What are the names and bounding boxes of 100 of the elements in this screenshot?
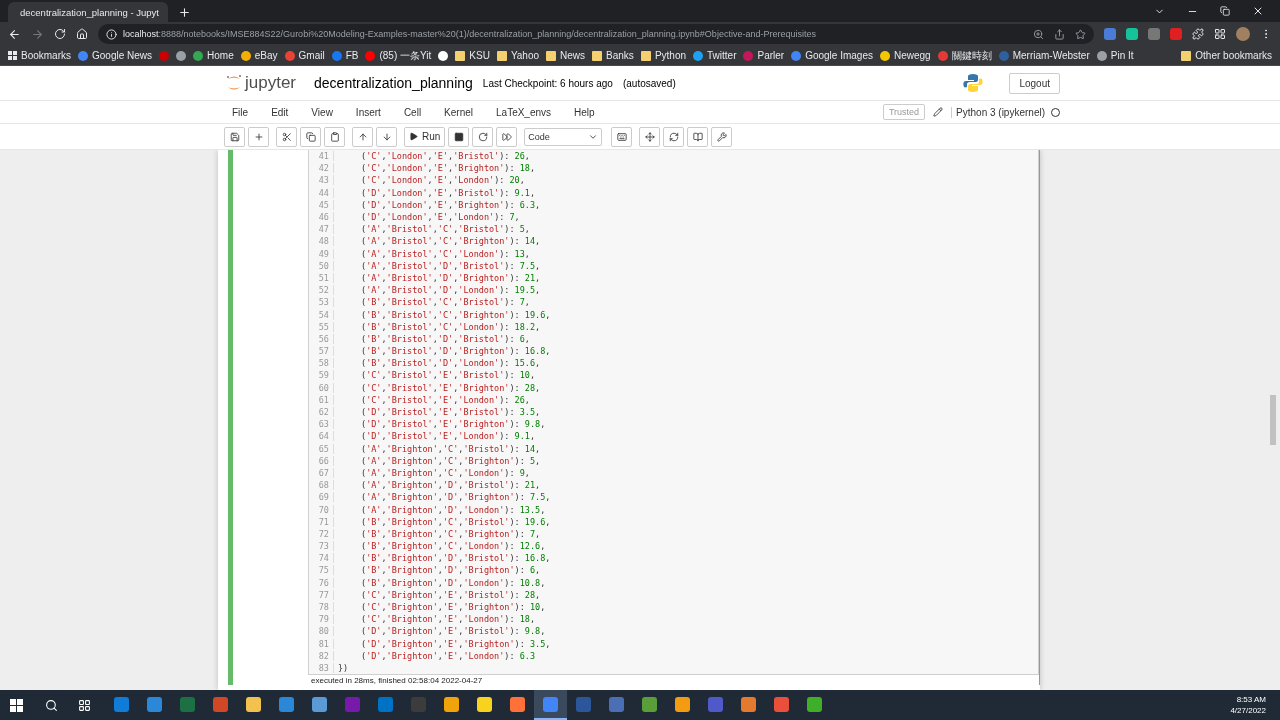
reload-icon (54, 28, 66, 40)
taskbar-app[interactable] (534, 690, 567, 720)
code-line: ('D','Bristol','E','London'): 9.1, (360, 431, 536, 442)
bookmark[interactable]: Banks (592, 50, 634, 61)
zoom-icon[interactable] (1033, 28, 1044, 40)
restore-icon (1220, 6, 1230, 16)
bookmark-icon[interactable] (438, 50, 449, 61)
cell-type-select[interactable]: Code (524, 127, 603, 146)
line-number: 71 (309, 516, 334, 527)
code-line: ('A','Bristol','C','Brighton'): 14, (360, 236, 541, 247)
extension-icon[interactable] (1126, 28, 1138, 40)
code-line: ('B','Brighton','C','Bristol'): 19.6, (360, 516, 551, 527)
keyboard-button[interactable] (611, 126, 633, 147)
clipboard-button[interactable] (324, 126, 345, 147)
bookmark[interactable]: Twitter (693, 50, 737, 61)
notebook-name[interactable]: decentralization_planning (314, 75, 473, 91)
star-icon[interactable] (1075, 28, 1086, 40)
code-line: ('B','Bristol','C','London'): 18.2, (360, 321, 541, 332)
line-number: 57 (309, 346, 334, 357)
task-view-icon[interactable] (78, 698, 91, 712)
info-icon[interactable] (106, 28, 117, 40)
search-icon[interactable] (45, 698, 58, 712)
down-arrow-icon (381, 131, 392, 142)
bookmark[interactable]: Pin It (1096, 50, 1134, 61)
menu-item[interactable]: File (232, 106, 260, 118)
code-line: ('A','Brighton','C','Brighton'): 5, (360, 455, 541, 466)
code-line: ('D','London','E','London'): 7, (360, 212, 520, 223)
book-button[interactable] (687, 126, 709, 147)
menu-item[interactable]: Kernel (444, 106, 484, 118)
new-tab-icon[interactable] (178, 6, 191, 19)
run-button[interactable]: Run (404, 126, 446, 147)
save-button[interactable] (224, 126, 245, 147)
line-number: 83 (309, 662, 334, 673)
line-number: 63 (309, 419, 334, 430)
line-number: 70 (309, 504, 334, 515)
bookmark[interactable]: Gmail (284, 50, 325, 61)
bookmark[interactable]: eBay (240, 50, 278, 61)
bookmark[interactable]: Google News (78, 50, 153, 61)
bookmark[interactable]: Merriam-Webster (998, 50, 1090, 61)
code-line: ('C','London','E','Bristol'): 26, (360, 151, 530, 162)
menu-item[interactable]: Cell (403, 106, 433, 118)
line-number: 72 (309, 528, 334, 539)
line-number: 60 (309, 382, 334, 393)
restart-button[interactable] (472, 126, 494, 147)
menu-item[interactable]: Insert (355, 106, 392, 118)
copy-icon (305, 131, 316, 142)
tab-title: decentralization_planning - Jupyt (20, 6, 159, 18)
code-line: ('A','Brighton','D','Brighton'): 7.5, (360, 492, 551, 503)
bookmark[interactable]: Newegg (880, 50, 931, 61)
extension-icon[interactable] (1170, 28, 1182, 40)
restart-icon (477, 131, 488, 142)
jupyter-logo-icon (226, 74, 242, 92)
line-number: 81 (309, 638, 334, 649)
bookmark[interactable]: Home (193, 50, 234, 61)
bookmark[interactable]: (85) 一条Yit (365, 48, 432, 63)
line-number: 44 (309, 187, 334, 198)
bookmark[interactable]: Google Images (791, 50, 873, 61)
bookmark[interactable]: News (546, 50, 586, 61)
refresh-button[interactable] (663, 126, 685, 147)
close-icon (1252, 5, 1264, 17)
avatar[interactable] (1236, 27, 1250, 41)
line-number: 61 (309, 394, 334, 405)
fast-forward-button[interactable] (496, 126, 518, 147)
address-field[interactable]: localhost:8888/notebooks/IMSE884S22/Gurobi%20Modeling-Examples-master%20(1)/decentralization_planning/decentralization_planning.ipynb#Objective-and-Prerequisites (98, 24, 1094, 44)
windows-start-icon[interactable] (10, 698, 23, 712)
plus-icon (253, 131, 264, 142)
bookmark[interactable]: KSU (455, 50, 490, 61)
wrench-button[interactable] (711, 126, 733, 147)
bookmark[interactable]: Bookmarks (8, 50, 71, 61)
move-button[interactable] (639, 126, 661, 147)
browser-tab[interactable]: decentralization_planning - Jupyt (8, 2, 168, 22)
bookmark[interactable]: FB (331, 50, 359, 61)
code-line: ('C','Brighton','E','Brighton'): 10, (360, 602, 546, 613)
code-line: ('B','Bristol','D','London'): 15.6, (360, 358, 541, 369)
menu-item[interactable]: Help (574, 106, 606, 118)
copy-button[interactable] (300, 126, 321, 147)
code-line: ('A','Brighton','C','Bristol'): 14, (360, 443, 541, 454)
pencil-icon[interactable] (933, 107, 944, 117)
bookmark[interactable]: Yahoo (496, 50, 540, 61)
down-arrow-button[interactable] (376, 126, 397, 147)
plus-button[interactable] (248, 126, 269, 147)
menu-item[interactable]: View (311, 106, 344, 118)
other-bookmarks[interactable]: Other bookmarks (1181, 50, 1272, 61)
share-icon[interactable] (1054, 28, 1065, 40)
bookmark[interactable]: Parler (743, 50, 785, 61)
logout-button[interactable]: Logout (1009, 72, 1060, 94)
menu-item[interactable]: Edit (271, 106, 300, 118)
menu-item[interactable]: LaTeX_envs (496, 106, 563, 118)
up-arrow-button[interactable] (352, 126, 373, 147)
line-number: 80 (309, 626, 334, 637)
extension-icon[interactable] (1104, 28, 1116, 40)
keyboard-icon (616, 131, 627, 142)
bookmark[interactable]: 關鍵時刻 (937, 48, 992, 63)
code-line: ('D','Bristol','E','Brighton'): 9.8, (360, 419, 546, 430)
scissors-button[interactable] (276, 126, 297, 147)
clock-date: 4/27/2022 (1230, 705, 1266, 716)
extension-icon[interactable] (1148, 28, 1160, 40)
line-number: 52 (309, 285, 334, 296)
stop-button[interactable] (448, 126, 470, 147)
bookmark[interactable]: Python (640, 50, 686, 61)
